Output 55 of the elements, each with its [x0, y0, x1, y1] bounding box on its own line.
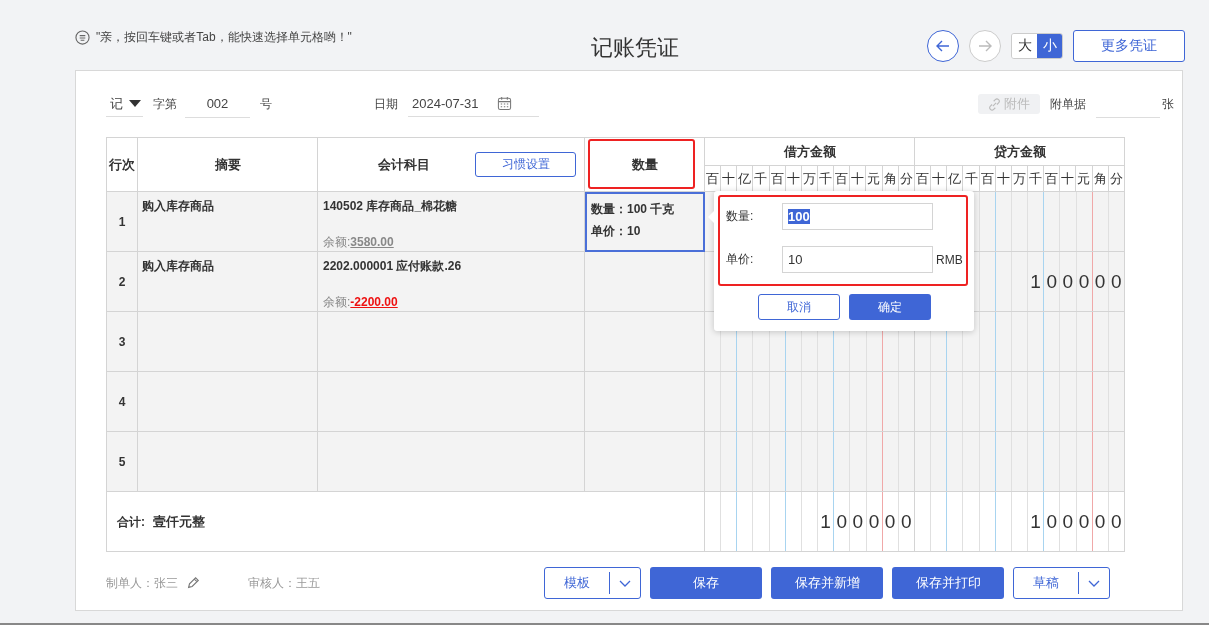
row-number: 4 [106, 371, 138, 432]
number-suffix: 号 [260, 95, 272, 113]
voucher-number-field[interactable]: 002 [185, 90, 250, 118]
word-label: 字第 [153, 95, 177, 113]
account-text[interactable]: 2202.000001 应付账款.26 [323, 258, 579, 275]
column-header: 贷方金额 [914, 137, 1125, 166]
summary-text[interactable]: 购入库存商品 [142, 199, 214, 213]
row-number: 5 [106, 431, 138, 492]
currency-label: RMB [936, 252, 963, 267]
column-header: 行次 [106, 137, 138, 192]
column-header: 数量 [631, 156, 658, 172]
attachment-count-label: 附单据 [1050, 95, 1086, 113]
summary-text[interactable]: 购入库存商品 [142, 259, 214, 273]
account-text[interactable]: 140502 库存商品_棉花糖 [323, 198, 579, 215]
total-amount-words: 壹仟元整 [153, 513, 205, 529]
debit-total-amount: 100000 [820, 510, 917, 533]
confirm-button[interactable]: 确定 [848, 294, 931, 320]
cancel-button[interactable]: 取消 [757, 294, 840, 320]
date-field[interactable]: 2024-07-31 [408, 91, 539, 117]
preparer-text: 制单人：张三 [106, 574, 178, 592]
hint-text: "亲，按回车键或者Tab，能快速选择单元格哟！" [96, 28, 352, 46]
row-number: 2 [106, 251, 138, 312]
size-toggle-option[interactable]: 大 [1012, 34, 1037, 58]
preferences-button[interactable]: 习惯设置 [475, 152, 576, 177]
unit-price-label: 单价: [726, 251, 755, 268]
action-button[interactable]: 保存 [650, 567, 762, 599]
quantity-text: 数量：100 千克 [591, 201, 676, 218]
more-vouchers-button[interactable]: 更多凭证 [1073, 30, 1185, 62]
row-number: 1 [106, 191, 138, 252]
reviewer-text: 审核人：王五 [248, 574, 320, 592]
unit-price-input[interactable]: 10 [782, 246, 933, 273]
total-label: 合计: [117, 514, 145, 529]
quantity-text: 单价：10 [591, 223, 642, 240]
date-label: 日期 [374, 95, 398, 113]
page-title: 记账凭证 [589, 34, 680, 62]
action-button[interactable]: 保存并打印 [892, 567, 1004, 599]
column-header: 摘要 [137, 137, 318, 192]
balance-label: 余额: [323, 295, 351, 309]
quantity-input[interactable]: 100 [782, 203, 933, 230]
quantity-cell[interactable]: 数量：100 千克 单价：10 [584, 191, 705, 252]
action-button[interactable]: 保存并新增 [771, 567, 883, 599]
column-header: 会计科目 [378, 155, 430, 174]
split-button[interactable]: 模板 [544, 567, 641, 599]
attachment-unit: 张 [1162, 95, 1174, 113]
row-number: 3 [106, 311, 138, 372]
split-button[interactable]: 草稿 [1013, 567, 1110, 599]
voucher-type-select[interactable]: 记 [106, 91, 143, 117]
size-toggle-option[interactable]: 小 [1037, 34, 1062, 58]
balance-link[interactable]: -2200.00 [350, 295, 398, 309]
balance-label: 余额: [323, 235, 351, 249]
credit-total-amount: 100000 [1030, 510, 1128, 533]
balance-link[interactable]: 3580.00 [350, 235, 394, 249]
quantity-label: 数量: [726, 208, 755, 225]
credit-amount: 100000 [1030, 270, 1128, 293]
column-header: 借方金额 [704, 137, 915, 166]
